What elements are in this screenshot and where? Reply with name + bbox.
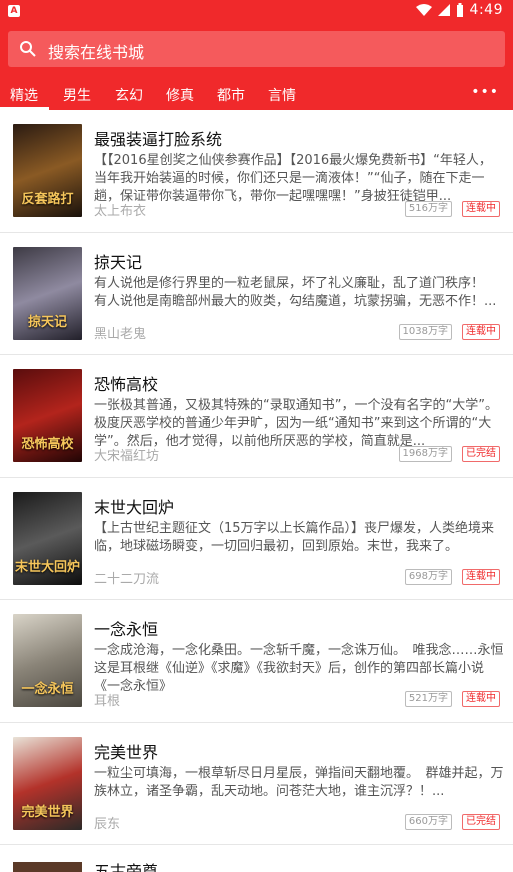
book-author: 耳根 <box>94 694 121 709</box>
status-badge: 连载中 <box>462 568 500 585</box>
status-badge: 已完结 <box>462 813 500 830</box>
book-description: 一粒尘可填海，一根草斩尽日月星辰，弹指间天翻地覆。 群雄并起，万族林立，诸圣争霸… <box>94 765 504 799</box>
status-icons: 4:49 <box>415 2 503 18</box>
book-title: 末世大回炉 <box>94 497 175 517</box>
book-title: 最强装逼打脸系统 <box>94 130 223 149</box>
book-author: 辰东 <box>94 816 121 832</box>
status-badge: 连载中 <box>462 201 500 217</box>
book-cover-text: 掠天记 <box>27 314 67 330</box>
tab-fantasy[interactable]: 玄幻 <box>115 85 143 105</box>
book-title: 掠天记 <box>94 252 143 272</box>
book-cover: 末世大回炉 <box>13 491 82 585</box>
book-cover-partial <box>13 862 82 872</box>
word-count-badge: 516万字 <box>404 201 452 217</box>
word-count-badge: 521万字 <box>404 691 452 707</box>
tab-male[interactable]: 男生 <box>63 85 91 105</box>
app-header: A 4:49 搜索在线书城 精选 男生 玄幻 修真 都市 言情 ••• <box>0 0 513 110</box>
book-description: 一念成沧海，一念化桑田。一念斩千魔，一念诛万仙。 唯我念……永恒 这是耳根继《仙… <box>94 643 504 694</box>
tab-romance[interactable]: 言情 <box>268 85 296 105</box>
book-item[interactable]: 恐怖高校 恐怖高校 一张极其普通，又极其特殊的“录取通知书”，一个没有名字的“大… <box>0 355 513 478</box>
book-cover-text: 反套路打 <box>21 192 74 207</box>
status-badge: 连载中 <box>462 691 500 707</box>
book-item[interactable]: 完美世界 完美世界 一粒尘可填海，一根草斩尽日月星辰，弹指间天翻地覆。 群雄并起… <box>0 723 513 845</box>
book-item[interactable]: 一念永恒 一念永恒 一念成沧海，一念化桑田。一念斩千魔，一念诛万仙。 唯我念……… <box>0 600 513 723</box>
book-list: 反套路打 最强装逼打脸系统 【【2016星创奖之仙侠参赛作品】【2016最火爆免… <box>0 110 513 845</box>
status-badge: 已完结 <box>462 446 500 462</box>
word-count-badge: 660万字 <box>404 813 452 830</box>
book-description: 【上古世纪主题征文（15万字以上长篇作品）】丧尸爆发，人类绝境来临，地球磁场瞬变… <box>94 520 495 554</box>
word-count-badge: 1038万字 <box>398 323 452 340</box>
book-item[interactable]: 反套路打 最强装逼打脸系统 【【2016星创奖之仙侠参赛作品】【2016最火爆免… <box>0 110 513 233</box>
book-cover: 反套路打 <box>13 124 82 217</box>
book-description: 【【2016星创奖之仙侠参赛作品】【2016最火爆免费新书】“年轻人，当年我开始… <box>94 153 492 204</box>
status-time: 4:49 <box>469 2 503 18</box>
book-author: 二十二刀流 <box>94 571 160 587</box>
book-item[interactable]: 掠天记 掠天记 有人说他是修行界里的一粒老鼠屎，坏了礼义廉耻，乱了道门秩序！ 有… <box>0 233 513 355</box>
status-badge: 连载中 <box>462 323 500 340</box>
word-count-badge: 698万字 <box>404 568 452 585</box>
book-cover-text: 完美世界 <box>21 804 74 820</box>
book-title: 恐怖高校 <box>94 375 159 394</box>
app-notification-icon: A <box>8 5 20 17</box>
book-author: 黑山老鬼 <box>94 326 147 342</box>
book-cover: 一念永恒 <box>13 614 82 707</box>
status-bar: A 4:49 <box>0 0 513 24</box>
book-title-partial: 五古帝尊 <box>94 862 159 872</box>
battery-icon <box>456 3 463 17</box>
book-description: 一张极其普通，又极其特殊的“录取通知书”，一个没有名字的“大学”。极度厌恶学校的… <box>94 398 498 449</box>
book-title: 完美世界 <box>94 742 159 762</box>
book-title: 一念永恒 <box>94 620 159 639</box>
category-tabs: 精选 男生 玄幻 修真 都市 言情 ••• <box>0 78 513 110</box>
tab-featured[interactable]: 精选 <box>10 85 38 105</box>
book-author: 太上布衣 <box>94 204 147 219</box>
more-icon[interactable]: ••• <box>471 84 499 100</box>
search-bar[interactable]: 搜索在线书城 <box>8 31 505 67</box>
wifi-icon <box>415 4 432 16</box>
book-cover: 完美世界 <box>13 736 82 830</box>
book-item[interactable]: 末世大回炉 末世大回炉 【上古世纪主题征文（15万字以上长篇作品）】丧尸爆发，人… <box>0 478 513 600</box>
book-author: 大宋福红坊 <box>94 449 160 464</box>
tab-cultivation[interactable]: 修真 <box>166 85 194 105</box>
word-count-badge: 1968万字 <box>398 446 452 462</box>
book-cover-text: 一念永恒 <box>21 682 74 697</box>
book-cover-text: 末世大回炉 <box>14 559 80 575</box>
book-item-partial[interactable]: 五古帝尊 <box>0 862 513 872</box>
signal-icon <box>437 4 450 16</box>
search-icon <box>20 41 36 57</box>
book-cover: 恐怖高校 <box>13 369 82 462</box>
book-cover-text: 恐怖高校 <box>21 437 74 452</box>
book-cover: 掠天记 <box>13 246 82 340</box>
search-placeholder: 搜索在线书城 <box>48 43 145 62</box>
tab-urban[interactable]: 都市 <box>217 85 245 105</box>
book-description: 有人说他是修行界里的一粒老鼠屎，坏了礼义廉耻，乱了道门秩序！ 有人说他是南瞻部州… <box>94 275 498 309</box>
